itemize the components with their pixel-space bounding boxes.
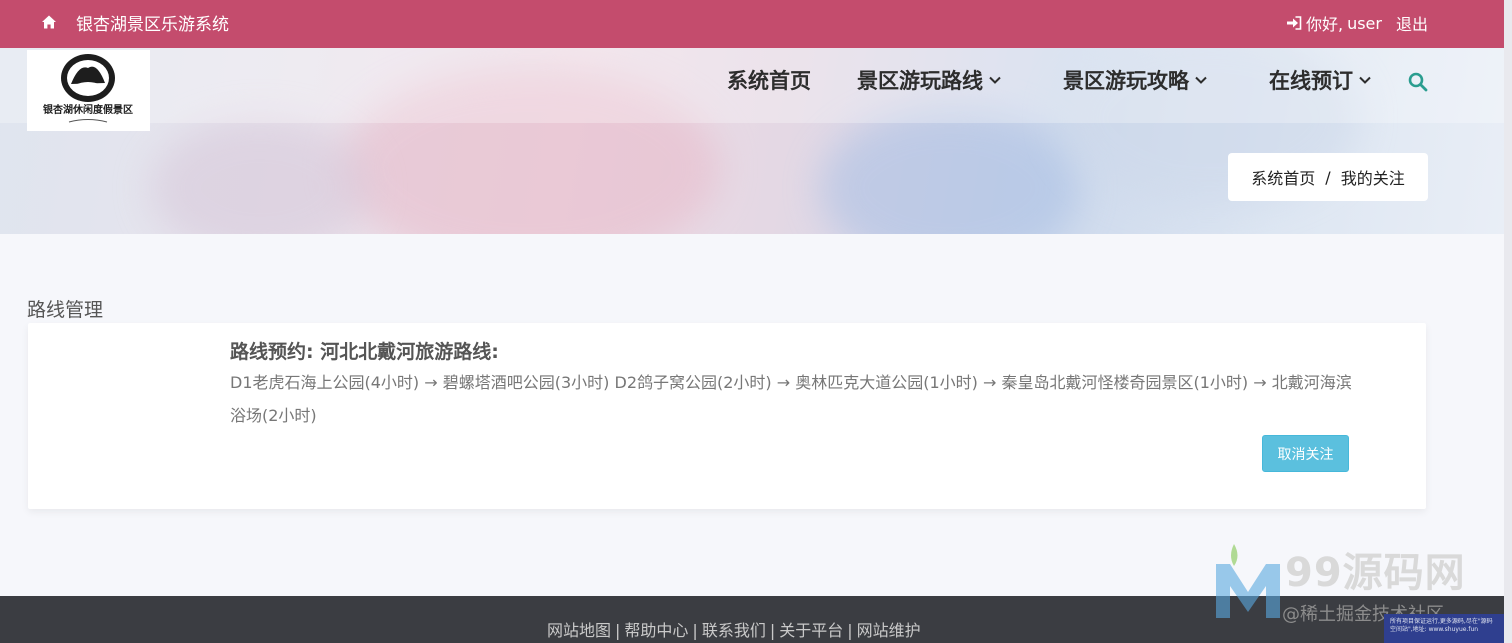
nav-item-label: 在线预订	[1269, 69, 1353, 93]
route-card: 路线预约: 河北北戴河旅游路线: D1老虎石海上公园(4小时) → 碧螺塔酒吧公…	[28, 323, 1426, 509]
home-icon[interactable]	[41, 14, 57, 30]
section-title: 路线管理	[27, 299, 104, 321]
greeting-text: 你好,	[1305, 15, 1344, 34]
footer-link-help[interactable]: 帮助中心	[624, 621, 688, 640]
username: user	[1347, 13, 1382, 33]
footer-separator: |	[615, 621, 621, 640]
breadcrumb-current: 我的关注	[1340, 169, 1405, 188]
logo-emblem: 银杏湖休闲度假景区	[43, 54, 133, 123]
footer-links: 网站地图 | 帮助中心 | 联系我们 | 关于平台 | 网站维护	[547, 617, 921, 641]
breadcrumb-home[interactable]: 系统首页	[1251, 165, 1315, 189]
nav-item-label: 景区游玩攻略	[1063, 69, 1189, 93]
logout-link[interactable]: 退出	[1396, 11, 1428, 35]
chevron-down-icon	[1359, 76, 1371, 84]
watermark-logo-icon	[1216, 544, 1280, 618]
footer-separator: |	[769, 621, 776, 640]
hero-bg-blob	[150, 118, 370, 234]
chevron-down-icon	[989, 76, 1001, 84]
breadcrumb: 系统首页 / 我的关注	[1228, 153, 1428, 201]
footer-separator: |	[692, 621, 698, 640]
watermark-notice: 所有项目保证运行,更多源码,尽在"源码空间站",地址: www.shuyue.f…	[1384, 614, 1504, 643]
logo-text: 银杏湖休闲度假景区	[43, 103, 133, 116]
page-scrollbar[interactable]	[1504, 0, 1512, 643]
footer-link-sitemap[interactable]: 网站地图	[547, 621, 611, 640]
route-description: D1老虎石海上公园(4小时) → 碧螺塔酒吧公园(3小时) D2鸽子窝公园(2小…	[230, 373, 1352, 425]
breadcrumb-separator: /	[1325, 167, 1331, 187]
hero-bg-blob	[820, 108, 1080, 234]
nav-item-booking[interactable]: 在线预订	[1269, 65, 1371, 95]
nav-item-label: 系统首页	[727, 69, 811, 93]
footer-link-contact[interactable]: 联系我们	[702, 621, 766, 640]
chevron-down-icon	[1195, 76, 1207, 84]
nav-item-home[interactable]: 系统首页	[727, 65, 811, 95]
nav-item-routes[interactable]: 景区游玩路线	[857, 65, 1001, 95]
unfollow-button[interactable]: 取消关注	[1262, 435, 1349, 472]
nav-item-guides[interactable]: 景区游玩攻略	[1063, 65, 1207, 95]
search-icon[interactable]	[1408, 72, 1428, 92]
footer-link-maintenance[interactable]: 网站维护	[857, 621, 921, 640]
route-title[interactable]: 路线预约: 河北北戴河旅游路线:	[230, 337, 499, 364]
footer-separator: |	[847, 621, 853, 640]
top-bar: 银杏湖景区乐游系统 你好, user 退出	[0, 0, 1504, 48]
site-title[interactable]: 银杏湖景区乐游系统	[76, 10, 229, 35]
watermark-brand: 99源码网	[1285, 550, 1466, 596]
user-area: 你好, user 退出	[1286, 11, 1428, 35]
footer-link-about[interactable]: 关于平台	[779, 621, 843, 640]
sign-in-icon	[1286, 16, 1302, 30]
nav-item-label: 景区游玩路线	[857, 69, 983, 93]
hero-banner: 银杏湖休闲度假景区 系统首页 景区游玩路线 景区游玩攻略 在线预订 系统首页 /…	[0, 48, 1504, 234]
site-logo[interactable]: 银杏湖休闲度假景区	[27, 50, 150, 131]
